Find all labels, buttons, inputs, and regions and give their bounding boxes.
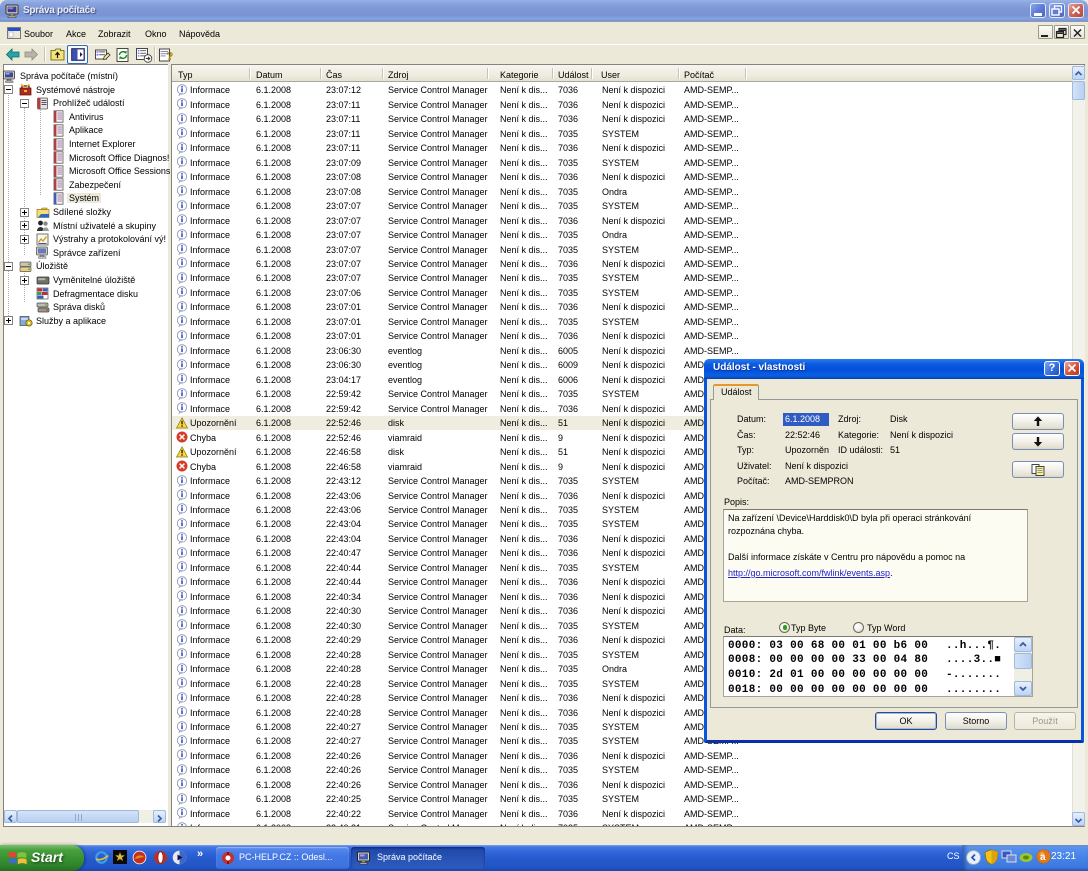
svg-text:?: ? [167, 49, 173, 63]
svg-text:a: a [1040, 852, 1046, 863]
